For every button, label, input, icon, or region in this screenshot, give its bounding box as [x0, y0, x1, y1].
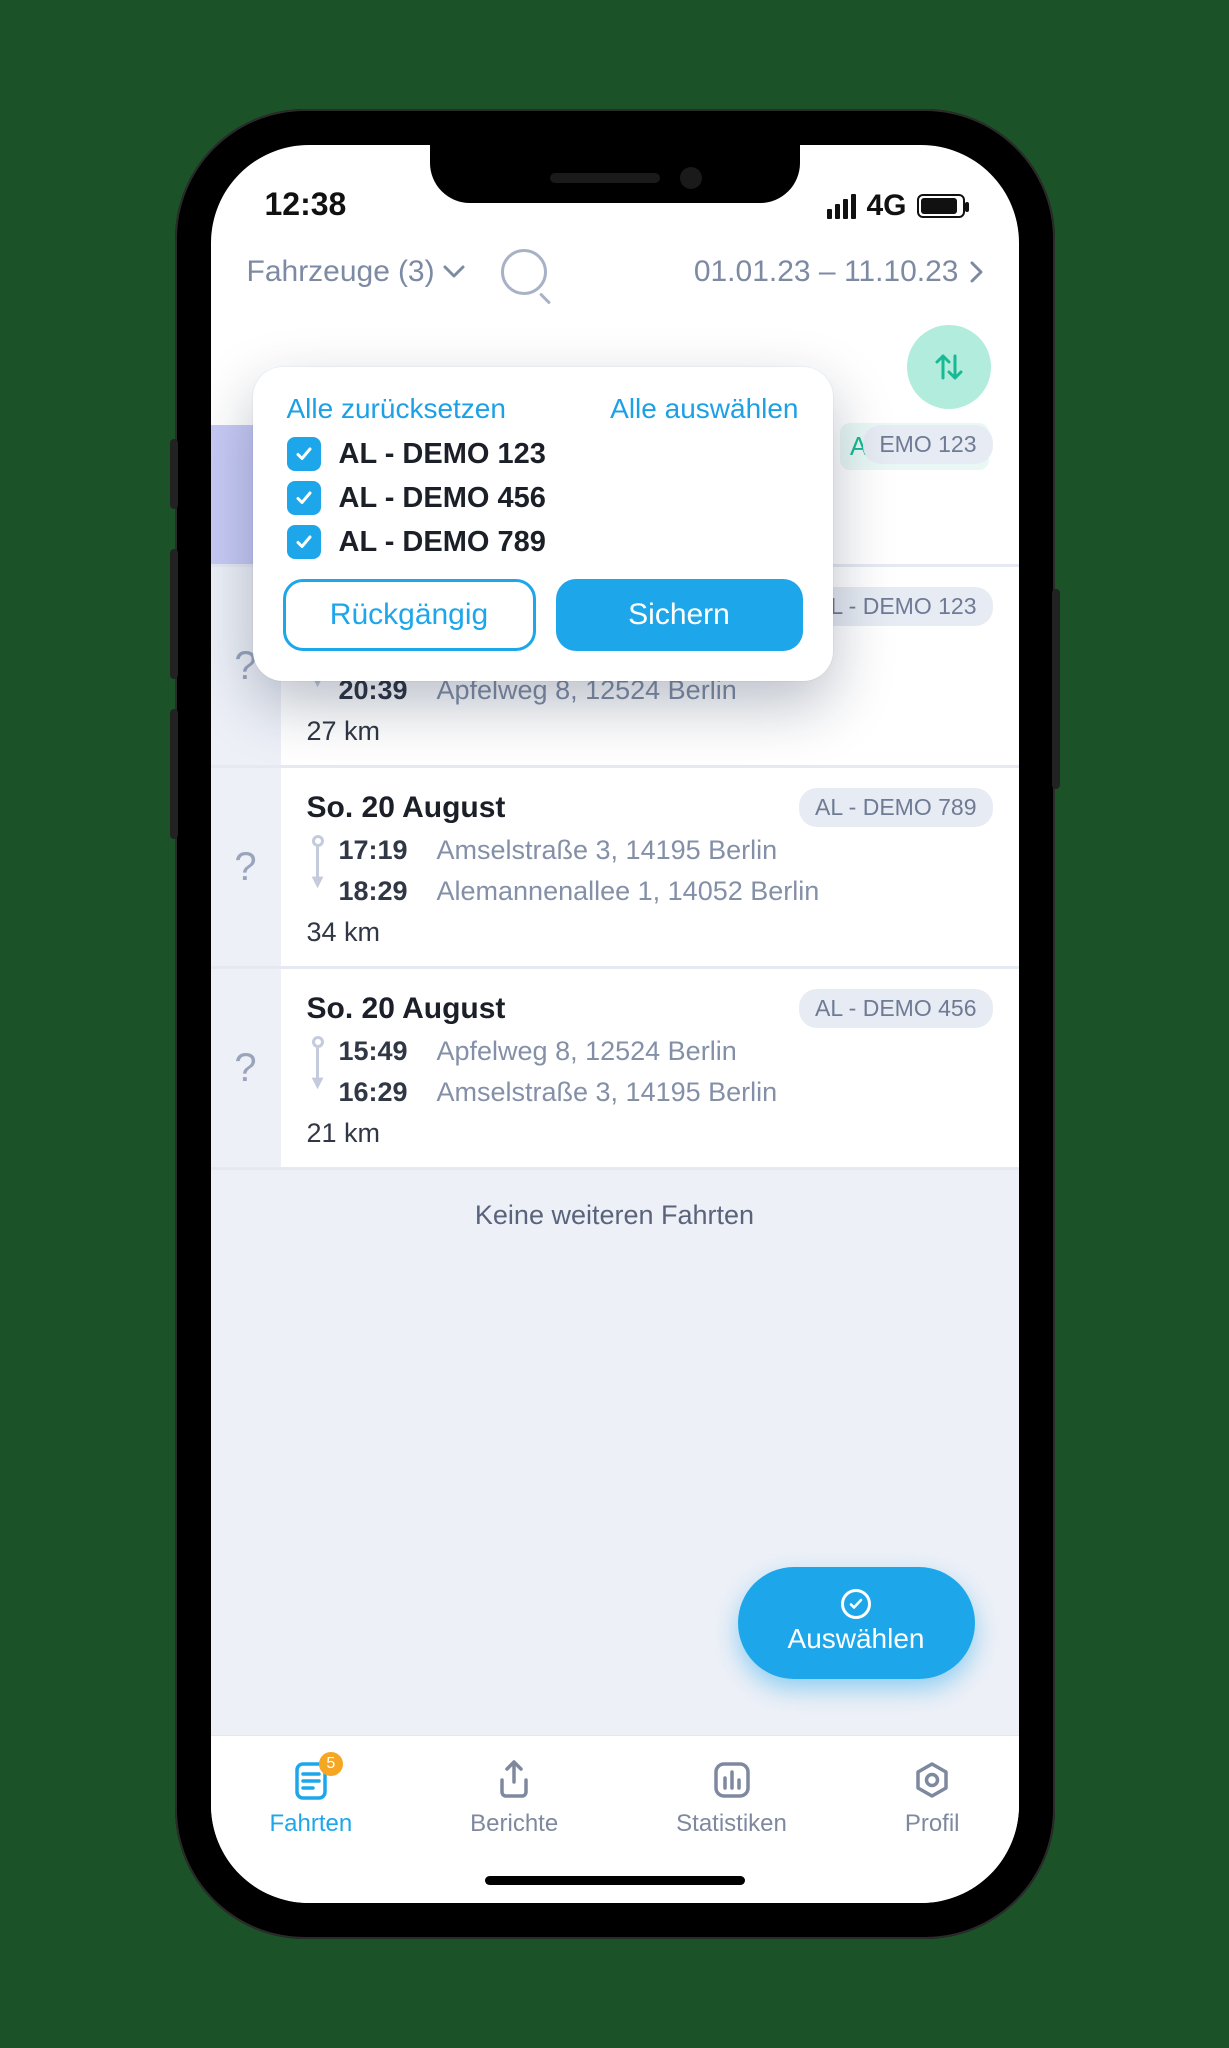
tab-bar: 5 Fahrten Berichte Statistiken [211, 1735, 1019, 1903]
side-button [170, 439, 178, 509]
trip-distance: 21 km [307, 1118, 993, 1149]
battery-icon [917, 194, 965, 218]
side-button [1052, 589, 1060, 789]
home-indicator[interactable] [485, 1876, 745, 1885]
checkbox-checked-icon[interactable] [287, 525, 321, 559]
trip-card[interactable]: ? So. 20 August AL - DEMO 456 ▼ [211, 969, 1019, 1170]
stats-icon [710, 1758, 754, 1802]
route-line-icon: ▼ [307, 1036, 329, 1108]
side-button [170, 709, 178, 839]
reset-all-link[interactable]: Alle zurücksetzen [287, 393, 506, 425]
trip-vehicle-badge: AL - DEMO 456 [799, 989, 992, 1028]
question-icon: ? [234, 1046, 256, 1091]
phone-frame: 12:38 4G Fahrzeuge (3) 01.0 [175, 109, 1055, 1939]
route-line-icon: ▼ [307, 835, 329, 907]
tab-label: Fahrten [269, 1810, 352, 1838]
trip-time: 16:29 [339, 1077, 419, 1108]
trip-card[interactable]: ? So. 20 August AL - DEMO 789 ▼ [211, 768, 1019, 969]
trip-vehicle-badge: AL - DEMO 789 [799, 788, 992, 827]
sort-button[interactable] [907, 325, 991, 409]
tab-label: Berichte [470, 1810, 558, 1838]
list-end-message: Keine weiteren Fahrten [211, 1170, 1019, 1291]
vehicles-popover: Alle zurücksetzen Alle auswählen AL - DE… [253, 367, 833, 681]
vehicles-label: Fahrzeuge [247, 255, 390, 289]
save-button[interactable]: Sichern [556, 579, 803, 651]
trip-time: 17:19 [339, 835, 419, 866]
trip-address: Amselstraße 3, 14195 Berlin [437, 1077, 778, 1108]
trip-category-indicator: ? [211, 768, 281, 966]
tab-fahrten[interactable]: 5 Fahrten [269, 1758, 352, 1838]
trip-distance: 27 km [307, 716, 993, 747]
trip-address: Amselstraße 3, 14195 Berlin [437, 835, 778, 866]
undo-button[interactable]: Rückgängig [283, 579, 536, 651]
trip-address: Apfelweg 8, 12524 Berlin [437, 1036, 737, 1067]
network-label: 4G [866, 189, 906, 223]
tab-label: Profil [905, 1810, 960, 1838]
vehicle-option-label: AL - DEMO 123 [339, 438, 546, 471]
trip-date: So. 20 August [307, 791, 506, 825]
trip-distance: 34 km [307, 917, 993, 948]
check-circle-icon [841, 1589, 871, 1619]
signal-icon [827, 194, 856, 219]
list-icon: 5 [289, 1758, 333, 1802]
gear-icon [910, 1758, 954, 1802]
checkbox-checked-icon[interactable] [287, 481, 321, 515]
tab-badge: 5 [319, 1752, 343, 1776]
tab-berichte[interactable]: Berichte [470, 1758, 558, 1838]
device-notch [430, 145, 800, 203]
tab-statistiken[interactable]: Statistiken [676, 1758, 787, 1838]
tab-label: Statistiken [676, 1810, 787, 1838]
vehicle-option[interactable]: AL - DEMO 456 [287, 481, 799, 515]
fab-label: Auswählen [788, 1623, 925, 1655]
select-fab[interactable]: Auswählen [738, 1567, 975, 1679]
trip-vehicle-badge: EMO 123 [863, 425, 992, 464]
status-time: 12:38 [265, 186, 347, 223]
vehicle-option[interactable]: AL - DEMO 123 [287, 437, 799, 471]
trip-category-indicator: ? [211, 969, 281, 1167]
vehicles-dropdown[interactable]: Fahrzeuge (3) [247, 255, 465, 289]
chevron-right-icon [969, 260, 983, 284]
vehicle-option[interactable]: AL - DEMO 789 [287, 525, 799, 559]
date-range-label: 01.01.23 – 11.10.23 [694, 255, 959, 289]
vehicle-option-label: AL - DEMO 456 [339, 482, 546, 515]
chevron-down-icon [443, 265, 465, 279]
tab-profil[interactable]: Profil [905, 1758, 960, 1838]
vehicles-count: (3) [398, 255, 435, 289]
trip-time: 15:49 [339, 1036, 419, 1067]
toolbar: Fahrzeuge (3) 01.01.23 – 11.10.23 [211, 231, 1019, 313]
search-icon[interactable] [501, 249, 547, 295]
select-all-link[interactable]: Alle auswählen [610, 393, 798, 425]
vehicle-option-label: AL - DEMO 789 [339, 526, 546, 559]
question-icon: ? [234, 845, 256, 890]
checkbox-checked-icon[interactable] [287, 437, 321, 471]
share-icon [492, 1758, 536, 1802]
trip-time: 18:29 [339, 876, 419, 907]
trip-date: So. 20 August [307, 992, 506, 1026]
date-range-picker[interactable]: 01.01.23 – 11.10.23 [694, 255, 983, 289]
side-button [170, 549, 178, 679]
trip-address: Alemannenallee 1, 14052 Berlin [437, 876, 820, 907]
